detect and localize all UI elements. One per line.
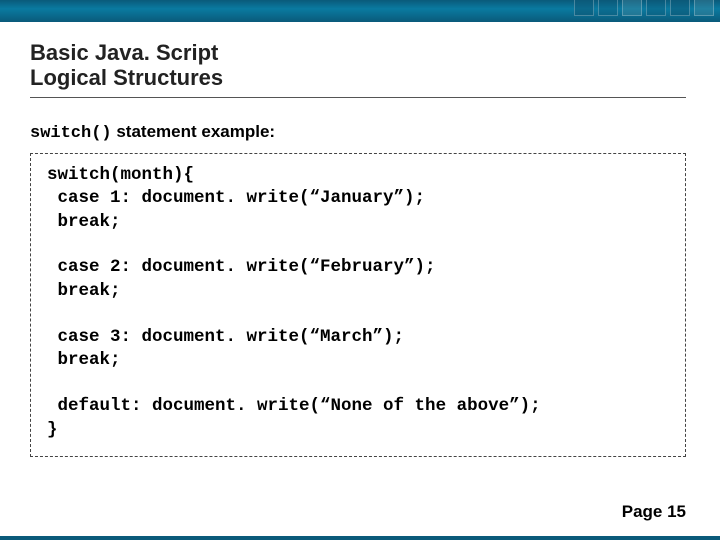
subtitle-code: switch() <box>30 124 112 143</box>
title-line-2: Logical Structures <box>30 65 223 90</box>
code-gap <box>47 234 669 256</box>
subtitle-text: statement example: <box>112 122 275 141</box>
subtitle: switch() statement example: <box>30 122 686 143</box>
code-line: break; <box>47 211 669 235</box>
code-line: switch(month){ <box>47 164 669 188</box>
slide-title: Basic Java. Script Logical Structures <box>30 40 686 91</box>
code-line: break; <box>47 280 669 304</box>
code-line: } <box>47 419 669 443</box>
code-line: break; <box>47 349 669 373</box>
page-number: Page 15 <box>622 502 686 522</box>
code-gap <box>47 304 669 326</box>
header-decoration <box>574 0 714 16</box>
code-line: case 1: document. write(“January”); <box>47 187 669 211</box>
title-divider <box>30 97 686 98</box>
title-line-1: Basic Java. Script <box>30 40 218 65</box>
header-square-icon <box>670 0 690 16</box>
header-square-icon <box>598 0 618 16</box>
slide-content: Basic Java. Script Logical Structures sw… <box>0 22 720 457</box>
header-square-icon <box>694 0 714 16</box>
code-line: case 2: document. write(“February”); <box>47 256 669 280</box>
code-line: default: document. write(“None of the ab… <box>47 395 669 419</box>
code-gap <box>47 373 669 395</box>
header-square-icon <box>574 0 594 16</box>
code-box: switch(month){ case 1: document. write(“… <box>30 153 686 458</box>
header-square-icon <box>622 0 642 16</box>
footer-band <box>0 536 720 540</box>
header-band <box>0 0 720 22</box>
code-line: case 3: document. write(“March”); <box>47 326 669 350</box>
header-square-icon <box>646 0 666 16</box>
